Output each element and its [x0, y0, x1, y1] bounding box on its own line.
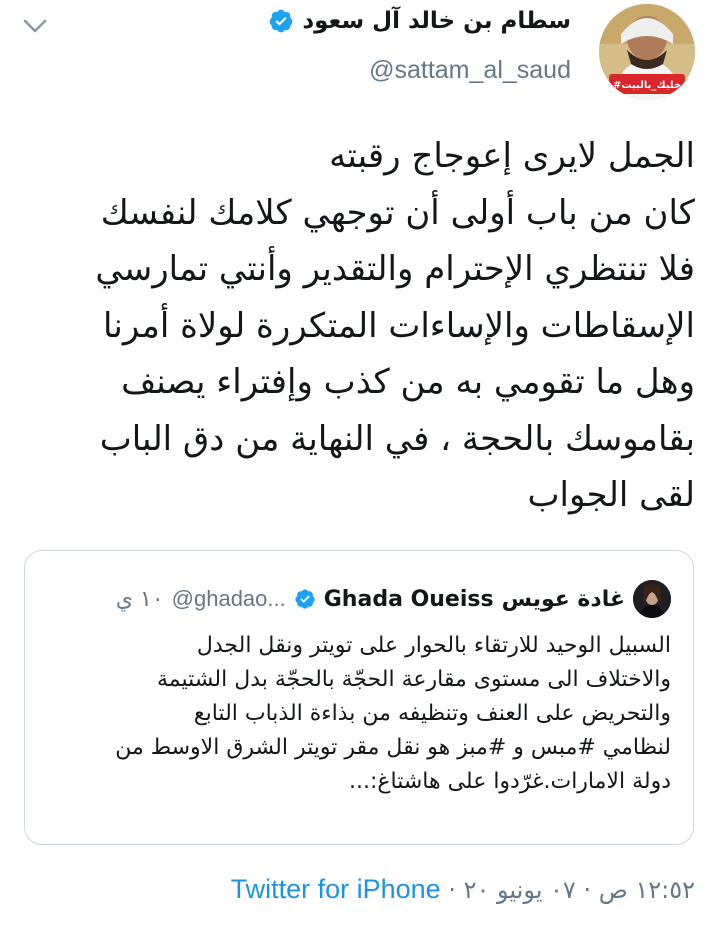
quoted-tweet-card[interactable]: غادة عويس Ghada Oueiss @ghadao... ١٠ ي ا…: [24, 550, 694, 845]
tweet-line: الجمل لايرى إعوجاج رقبته: [329, 136, 695, 176]
quoted-line: والاختلاف الى مستوى مقارعة الحجّة بالحجّ…: [157, 667, 671, 692]
tweet-line: فلا تنتظري الإحترام والتقدير وأنتي تمارس…: [95, 249, 695, 289]
author-avatar[interactable]: #خليك_بالبيت: [599, 4, 695, 100]
quoted-author-avatar: [633, 580, 671, 618]
chevron-down-icon[interactable]: [22, 16, 48, 36]
quoted-line: دولة الامارات.غرّدوا على هاشتاغ:...: [348, 769, 671, 794]
quoted-tweet-header: غادة عويس Ghada Oueiss @ghadao... ١٠ ي: [116, 580, 671, 618]
quoted-display-name-ar[interactable]: غادة عويس: [502, 587, 625, 612]
quoted-display-name-en[interactable]: Ghada Oueiss: [324, 587, 494, 612]
tweet-line: كان من باب أولى أن توجهي كلامك لنفسك: [100, 192, 695, 233]
quoted-time: ١٠ ي: [115, 586, 164, 612]
quoted-line: السبيل الوحيد للارتقاء بالحوار على تويتر…: [196, 633, 671, 658]
tweet-meta: ١٢:٥٢ ص · ٠٧ يونيو ٢٠ · Twitter for iPho…: [230, 874, 695, 904]
tweet-line: وهل ما تقومي به من كذب وإفتراء يصنف: [121, 362, 695, 402]
tweet-timestamp[interactable]: ١٢:٥٢ ص · ٠٧ يونيو ٢٠: [464, 876, 695, 904]
avatar-banner-text: #خليك_بالبيت: [613, 80, 681, 91]
verified-badge-icon: [269, 9, 293, 33]
tweet-line: لقى الجواب: [527, 475, 695, 515]
tweet-line: الإسقاطات والإساءات المتكررة لولاة أمرنا: [103, 305, 695, 346]
tweet-body: الجمل لايرى إعوجاج رقبته كان من باب أولى…: [15, 128, 695, 524]
author-display-name[interactable]: سطام بن خالد آل سعود: [302, 8, 571, 34]
quoted-line: لنظامي #مبس و #مبز هو نقل مقر تويتر الشر…: [115, 735, 671, 760]
author-handle[interactable]: @sattam_al_saud: [268, 56, 571, 85]
quoted-tweet-body: السبيل الوحيد للارتقاء بالحوار على تويتر…: [41, 629, 671, 799]
tweet-header: #خليك_بالبيت سطام بن خالد آل سعود @satta…: [95, 4, 695, 104]
tweet-source-link[interactable]: Twitter for iPhone: [231, 874, 441, 904]
tweet-line: بقاموسك بالحجة ، في النهاية من دق الباب: [99, 418, 695, 459]
quoted-handle[interactable]: @ghadao...: [172, 586, 286, 612]
quoted-line: والتحريض على العنف وتنظيفه من بذاءة الذب…: [193, 701, 671, 726]
verified-badge-icon: [295, 589, 315, 609]
